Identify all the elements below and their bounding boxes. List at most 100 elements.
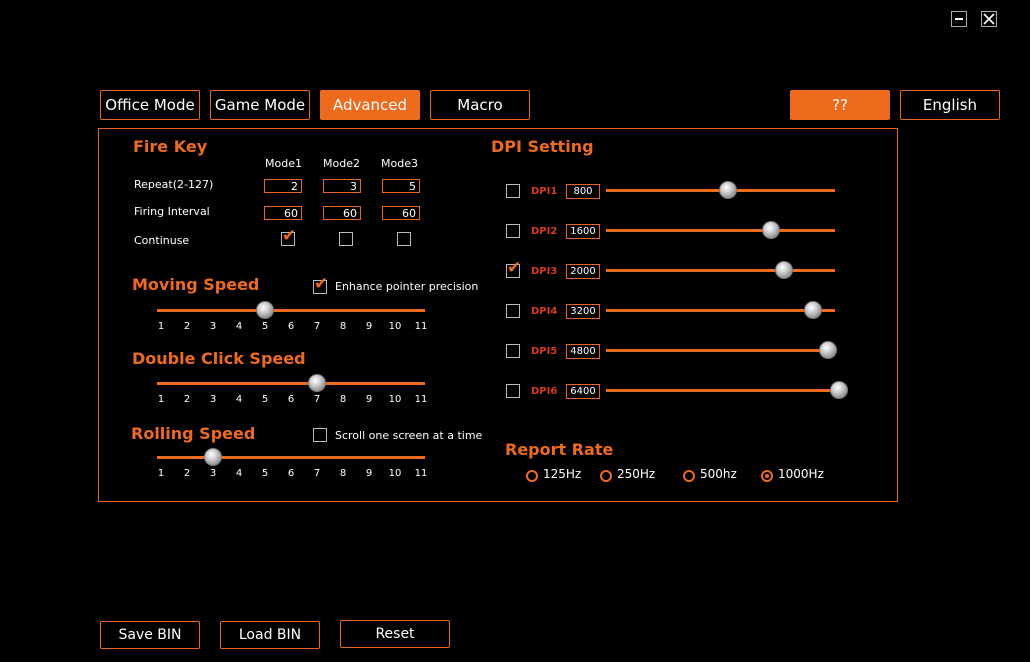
slider-track[interactable] (157, 382, 425, 385)
slider-tick-label: 7 (313, 468, 321, 479)
tab-macro[interactable]: Macro (430, 90, 530, 120)
dpi-slider-thumb-4[interactable] (804, 301, 823, 319)
dpi-checkbox-4[interactable] (506, 304, 520, 318)
slider-tick-label: 6 (287, 321, 295, 332)
close-button[interactable] (981, 11, 997, 27)
moving-speed-title: Moving Speed (132, 275, 260, 294)
report-rate-radio-500hz[interactable] (683, 470, 695, 482)
enhance-precision-checkbox[interactable]: ✔ (313, 275, 328, 294)
slider-tick-label: 11 (414, 321, 428, 332)
dpi-value-5[interactable]: 4800 (566, 344, 600, 359)
dpi-value-3[interactable]: 2000 (566, 264, 600, 279)
slider-tick-label: 5 (261, 394, 269, 405)
continue-label: Continuse (134, 234, 190, 247)
dpi-checkbox-2[interactable] (506, 224, 520, 238)
dpi-setting-title: DPI Setting (491, 137, 594, 156)
slider-tick-label: 6 (287, 394, 295, 405)
tab-advanced[interactable]: Advanced (320, 90, 420, 120)
repeat-mode2-input[interactable]: 3 (323, 179, 361, 193)
report-rate-radio-1000Hz[interactable] (761, 470, 773, 482)
slider-tick-label: 8 (339, 394, 347, 405)
firing-interval-label: Firing Interval (134, 205, 210, 218)
repeat-mode3-input[interactable]: 5 (382, 179, 420, 193)
continue-mode1-checkbox[interactable]: ✔ (281, 227, 296, 246)
dpi-checkbox-3[interactable]: ✔ (506, 259, 521, 278)
slider-tick-label: 4 (235, 321, 243, 332)
dpi-value-1[interactable]: 800 (566, 184, 600, 199)
dpi-value-4[interactable]: 3200 (566, 304, 600, 319)
reset-button[interactable]: Reset (340, 620, 450, 648)
minimize-button[interactable] (951, 11, 967, 27)
scroll-screen-label: Scroll one screen at a time (335, 429, 483, 442)
slider-tick-label: 3 (209, 468, 217, 479)
double-click-title: Double Click Speed (132, 349, 306, 368)
continue-mode3-checkbox[interactable] (397, 232, 411, 246)
language-button[interactable]: English (900, 90, 1000, 120)
mode3-header: Mode3 (381, 157, 418, 170)
report-rate-label: 1000Hz (778, 467, 824, 481)
dpi-slider-track-6[interactable] (606, 389, 835, 392)
slider-tick-label: 7 (313, 394, 321, 405)
dpi-label-4: DPI4 (531, 306, 558, 317)
slider-tick-label: 8 (339, 321, 347, 332)
slider-tick-label: 11 (414, 468, 428, 479)
interval-mode1-input[interactable]: 60 (264, 206, 302, 220)
slider-tick-label: 4 (235, 394, 243, 405)
slider-tick-label: 10 (388, 321, 402, 332)
dpi-label-2: DPI2 (531, 226, 558, 237)
dpi-label-6: DPI6 (531, 386, 558, 397)
slider-tick-label: 4 (235, 468, 243, 479)
slider-track[interactable] (157, 309, 425, 312)
dpi-slider-thumb-3[interactable] (775, 261, 794, 279)
slider-tick-label: 9 (365, 321, 373, 332)
save-bin-button[interactable]: Save BIN (100, 621, 200, 649)
report-rate-title: Report Rate (505, 440, 614, 459)
dpi-checkbox-5[interactable] (506, 344, 520, 358)
slider-tick-label: 2 (183, 394, 191, 405)
dpi-checkbox-6[interactable] (506, 384, 520, 398)
dpi-value-2[interactable]: 1600 (566, 224, 600, 239)
dpi-slider-thumb-2[interactable] (762, 221, 781, 239)
slider-tick-label: 1 (157, 394, 165, 405)
slider-tick-label: 1 (157, 321, 165, 332)
slider-thumb[interactable] (256, 301, 274, 319)
report-rate-radio-125Hz[interactable] (526, 470, 538, 482)
dpi-slider-track-5[interactable] (606, 349, 835, 352)
slider-tick-label: 1 (157, 468, 165, 479)
interval-mode2-input[interactable]: 60 (323, 206, 361, 220)
minimize-icon (955, 18, 963, 20)
tab-office-mode[interactable]: Office Mode (100, 90, 200, 120)
dpi-slider-thumb-5[interactable] (818, 341, 837, 359)
mode1-header: Mode1 (265, 157, 302, 170)
dpi-slider-track-2[interactable] (606, 229, 835, 232)
slider-tick-label: 2 (183, 468, 191, 479)
slider-tick-label: 10 (388, 468, 402, 479)
slider-tick-label: 8 (339, 468, 347, 479)
dpi-slider-thumb-1[interactable] (718, 181, 737, 199)
report-rate-radio-250Hz[interactable] (600, 470, 612, 482)
dpi-slider-track-3[interactable] (606, 269, 835, 272)
help-button[interactable]: ?? (790, 90, 890, 120)
dpi-slider-thumb-6[interactable] (830, 381, 848, 399)
tab-game-mode[interactable]: Game Mode (210, 90, 310, 120)
dpi-label-1: DPI1 (531, 186, 558, 197)
slider-track[interactable] (157, 456, 425, 459)
fire-key-title: Fire Key (133, 137, 208, 156)
slider-tick-label: 5 (261, 321, 269, 332)
repeat-mode1-input[interactable]: 2 (264, 179, 302, 193)
load-bin-button[interactable]: Load BIN (220, 621, 320, 649)
dpi-checkbox-1[interactable] (506, 184, 520, 198)
report-rate-label: 500hz (700, 467, 737, 481)
dpi-value-6[interactable]: 6400 (566, 384, 600, 399)
continue-mode2-checkbox[interactable] (339, 232, 353, 246)
dpi-label-3: DPI3 (531, 266, 558, 277)
interval-mode3-input[interactable]: 60 (382, 206, 420, 220)
slider-tick-label: 11 (414, 394, 428, 405)
checkmark-icon: ✔ (314, 274, 329, 294)
dpi-slider-track-4[interactable] (606, 309, 835, 312)
scroll-screen-checkbox[interactable] (313, 428, 327, 442)
slider-thumb[interactable] (308, 374, 326, 392)
slider-thumb[interactable] (204, 448, 222, 466)
slider-tick-label: 3 (209, 321, 217, 332)
checkmark-icon: ✔ (507, 258, 522, 278)
